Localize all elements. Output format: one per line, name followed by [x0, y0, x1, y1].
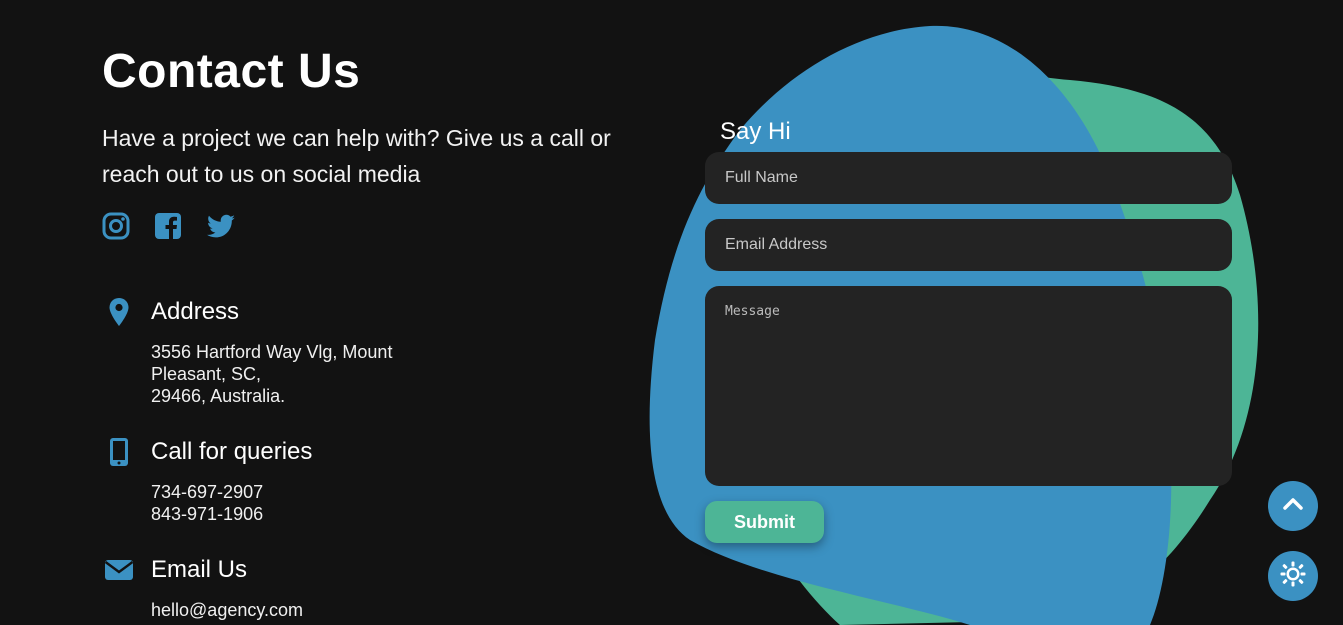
- facebook-icon[interactable]: [154, 212, 184, 242]
- chevron-up-icon: [1283, 497, 1303, 516]
- social-links: [102, 212, 662, 242]
- contact-intro-section: Contact Us Have a project we can help wi…: [102, 42, 662, 242]
- scroll-to-top-button[interactable]: [1268, 481, 1318, 531]
- phone-label: Call for queries: [151, 438, 313, 465]
- page-title: Contact Us: [102, 45, 361, 98]
- email-input[interactable]: [705, 219, 1232, 271]
- phone-number[interactable]: 734-697-2907: [151, 481, 312, 503]
- phone-number[interactable]: 843-971-1906: [151, 503, 312, 525]
- submit-button[interactable]: Submit: [705, 501, 824, 543]
- mobile-phone-icon: [102, 437, 136, 467]
- full-name-input[interactable]: [705, 152, 1232, 204]
- phone-block: Call for queries 734-697-2907 843-971-19…: [102, 437, 312, 525]
- intro-text: Have a project we can help with? Give us…: [102, 125, 611, 187]
- contact-form: Say Hi Submit: [705, 112, 1232, 543]
- email-block: Email Us hello@agency.com: [102, 555, 303, 621]
- twitter-icon[interactable]: [206, 212, 236, 242]
- email-label: Email Us: [151, 556, 248, 583]
- instagram-icon[interactable]: [102, 212, 132, 242]
- message-textarea[interactable]: [705, 286, 1232, 486]
- address-block: Address 3556 Hartford Way Vlg, Mount Ple…: [102, 297, 392, 407]
- form-heading: Say Hi: [720, 118, 791, 145]
- theme-toggle-button[interactable]: [1268, 551, 1318, 601]
- sun-icon: [1280, 561, 1306, 592]
- address-label: Address: [151, 298, 240, 325]
- address-line: Pleasant, SC,: [151, 364, 262, 384]
- location-pin-icon: [102, 297, 136, 327]
- email-address[interactable]: hello@agency.com: [151, 599, 303, 621]
- envelope-icon: [102, 559, 136, 581]
- address-line: 3556 Hartford Way Vlg, Mount: [151, 342, 393, 362]
- address-line: 29466, Australia.: [151, 386, 286, 406]
